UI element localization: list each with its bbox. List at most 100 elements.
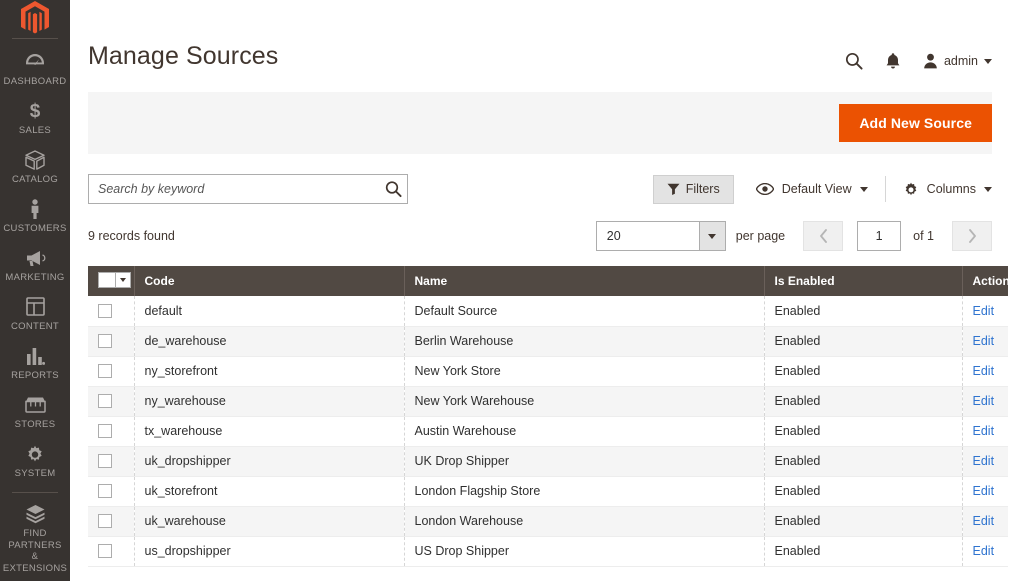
per-page-label: per page <box>735 229 786 243</box>
bell-icon[interactable] <box>885 52 901 70</box>
storefront-icon <box>24 394 46 415</box>
sidebar-item-marketing[interactable]: MARKETING <box>0 241 70 290</box>
row-checkbox[interactable] <box>98 514 112 528</box>
cell-name: Austin Warehouse <box>404 416 765 447</box>
edit-link[interactable]: Edit <box>973 364 995 378</box>
column-header-is-enabled[interactable]: Is Enabled <box>764 266 963 296</box>
column-header-name[interactable]: Name <box>404 266 765 296</box>
table-row[interactable]: ny_warehouse New York Warehouse Enabled … <box>88 386 1008 417</box>
previous-page-button[interactable] <box>803 221 844 251</box>
sidebar-item-label: FIND PARTNERS & EXTENSIONS <box>2 528 68 574</box>
sidebar-item-label: CUSTOMERS <box>3 223 67 235</box>
cell-action: Edit <box>962 386 1008 417</box>
row-checkbox[interactable] <box>98 394 112 408</box>
funnel-icon <box>667 183 680 195</box>
row-checkbox[interactable] <box>98 484 112 498</box>
edit-link[interactable]: Edit <box>973 544 995 558</box>
edit-link[interactable]: Edit <box>973 424 995 438</box>
default-view-dropdown[interactable]: Default View <box>755 176 886 202</box>
sidebar-item-label: CATALOG <box>11 174 59 186</box>
megaphone-icon <box>25 247 46 268</box>
row-select-cell <box>88 326 135 357</box>
select-all-checkbox-dropdown[interactable] <box>98 272 131 288</box>
cell-code: ny_storefront <box>134 356 405 387</box>
sidebar-item-reports[interactable]: REPORTS <box>0 339 70 388</box>
bar-chart-icon <box>26 345 45 366</box>
cell-enabled: Enabled <box>764 446 963 477</box>
sidebar-item-find-partners-extensions[interactable]: FIND PARTNERS & EXTENSIONS <box>0 497 70 581</box>
row-checkbox[interactable] <box>98 454 112 468</box>
cell-code: tx_warehouse <box>134 416 405 447</box>
user-menu[interactable]: admin <box>923 53 992 69</box>
cell-code: uk_dropshipper <box>134 446 405 477</box>
table-row[interactable]: us_dropshipper US Drop Shipper Enabled E… <box>88 536 1008 567</box>
table-row[interactable]: uk_dropshipper UK Drop Shipper Enabled E… <box>88 446 1008 477</box>
sidebar-item-content[interactable]: CONTENT <box>0 290 70 339</box>
cell-name: New York Store <box>404 356 765 387</box>
admin-page: DASHBOARD $ SALES CATALOG CUSTOMERS MARK… <box>0 0 1024 581</box>
cell-name: Default Source <box>404 296 765 327</box>
records-and-pagination: 9 records found 20 per page of 1 <box>88 220 992 252</box>
row-checkbox[interactable] <box>98 303 112 318</box>
person-icon <box>29 198 41 219</box>
edit-link[interactable]: Edit <box>973 454 995 468</box>
table-row[interactable]: uk_warehouse London Warehouse Enabled Ed… <box>88 506 1008 537</box>
row-checkbox[interactable] <box>98 424 112 438</box>
box-icon <box>25 149 45 170</box>
keyword-search[interactable] <box>88 174 408 204</box>
magento-logo[interactable] <box>0 0 70 36</box>
cell-name: Berlin Warehouse <box>404 326 765 357</box>
edit-link[interactable]: Edit <box>973 304 995 318</box>
row-select-cell <box>88 536 135 567</box>
per-page-select[interactable]: 20 <box>595 221 726 251</box>
table-row[interactable]: de_warehouse Berlin Warehouse Enabled Ed… <box>88 326 1008 357</box>
row-select-cell <box>88 476 135 507</box>
sidebar-item-label: MARKETING <box>5 272 65 284</box>
user-avatar-icon <box>923 53 938 69</box>
search-input[interactable] <box>89 175 407 203</box>
edit-link[interactable]: Edit <box>973 334 995 348</box>
filters-button[interactable]: Filters <box>652 174 734 204</box>
chevron-down-icon <box>859 186 868 192</box>
sidebar-item-dashboard[interactable]: DASHBOARD <box>0 45 70 94</box>
row-checkbox[interactable] <box>98 544 112 558</box>
chevron-down-icon[interactable] <box>698 222 725 250</box>
chevron-down-icon[interactable] <box>115 273 130 287</box>
dashboard-gauge-icon <box>25 51 45 72</box>
page-number-input[interactable] <box>857 221 902 251</box>
sidebar-item-label: STORES <box>14 419 56 431</box>
table-row[interactable]: uk_storefront London Flagship Store Enab… <box>88 476 1008 507</box>
cell-code: default <box>134 296 405 327</box>
next-page-button[interactable] <box>952 221 992 251</box>
column-header-code[interactable]: Code <box>134 266 405 296</box>
sidebar-item-customers[interactable]: CUSTOMERS <box>0 192 70 241</box>
edit-link[interactable]: Edit <box>973 394 995 408</box>
toolbar-right-controls: Filters Default View Columns <box>652 174 992 204</box>
cell-action: Edit <box>962 476 1008 507</box>
table-row[interactable]: default Default Source Enabled Edit <box>88 296 1008 327</box>
sidebar-item-stores[interactable]: STORES <box>0 388 70 437</box>
table-row[interactable]: tx_warehouse Austin Warehouse Enabled Ed… <box>88 416 1008 447</box>
search-submit-icon[interactable] <box>385 181 402 198</box>
gear-icon <box>25 443 45 464</box>
columns-dropdown[interactable]: Columns <box>903 181 992 197</box>
row-checkbox[interactable] <box>98 334 112 348</box>
cell-name: UK Drop Shipper <box>404 446 765 477</box>
sidebar-item-sales[interactable]: $ SALES <box>0 94 70 143</box>
sidebar-item-catalog[interactable]: CATALOG <box>0 143 70 192</box>
svg-text:$: $ <box>30 101 41 121</box>
row-select-cell <box>88 296 135 327</box>
add-new-source-button[interactable]: Add New Source <box>839 104 992 142</box>
select-all-checkbox[interactable] <box>99 273 115 287</box>
table-row[interactable]: ny_storefront New York Store Enabled Edi… <box>88 356 1008 387</box>
search-icon[interactable] <box>845 52 863 70</box>
edit-link[interactable]: Edit <box>973 514 995 528</box>
sidebar-item-system[interactable]: SYSTEM <box>0 437 70 486</box>
table-header-row: Code Name Is Enabled Action <box>88 266 1010 296</box>
sidebar-item-label: DASHBOARD <box>3 76 67 88</box>
row-checkbox[interactable] <box>98 364 112 378</box>
row-select-cell <box>88 356 135 387</box>
admin-sidebar: DASHBOARD $ SALES CATALOG CUSTOMERS MARK… <box>0 0 70 581</box>
cell-enabled: Enabled <box>764 296 963 327</box>
edit-link[interactable]: Edit <box>973 484 995 498</box>
